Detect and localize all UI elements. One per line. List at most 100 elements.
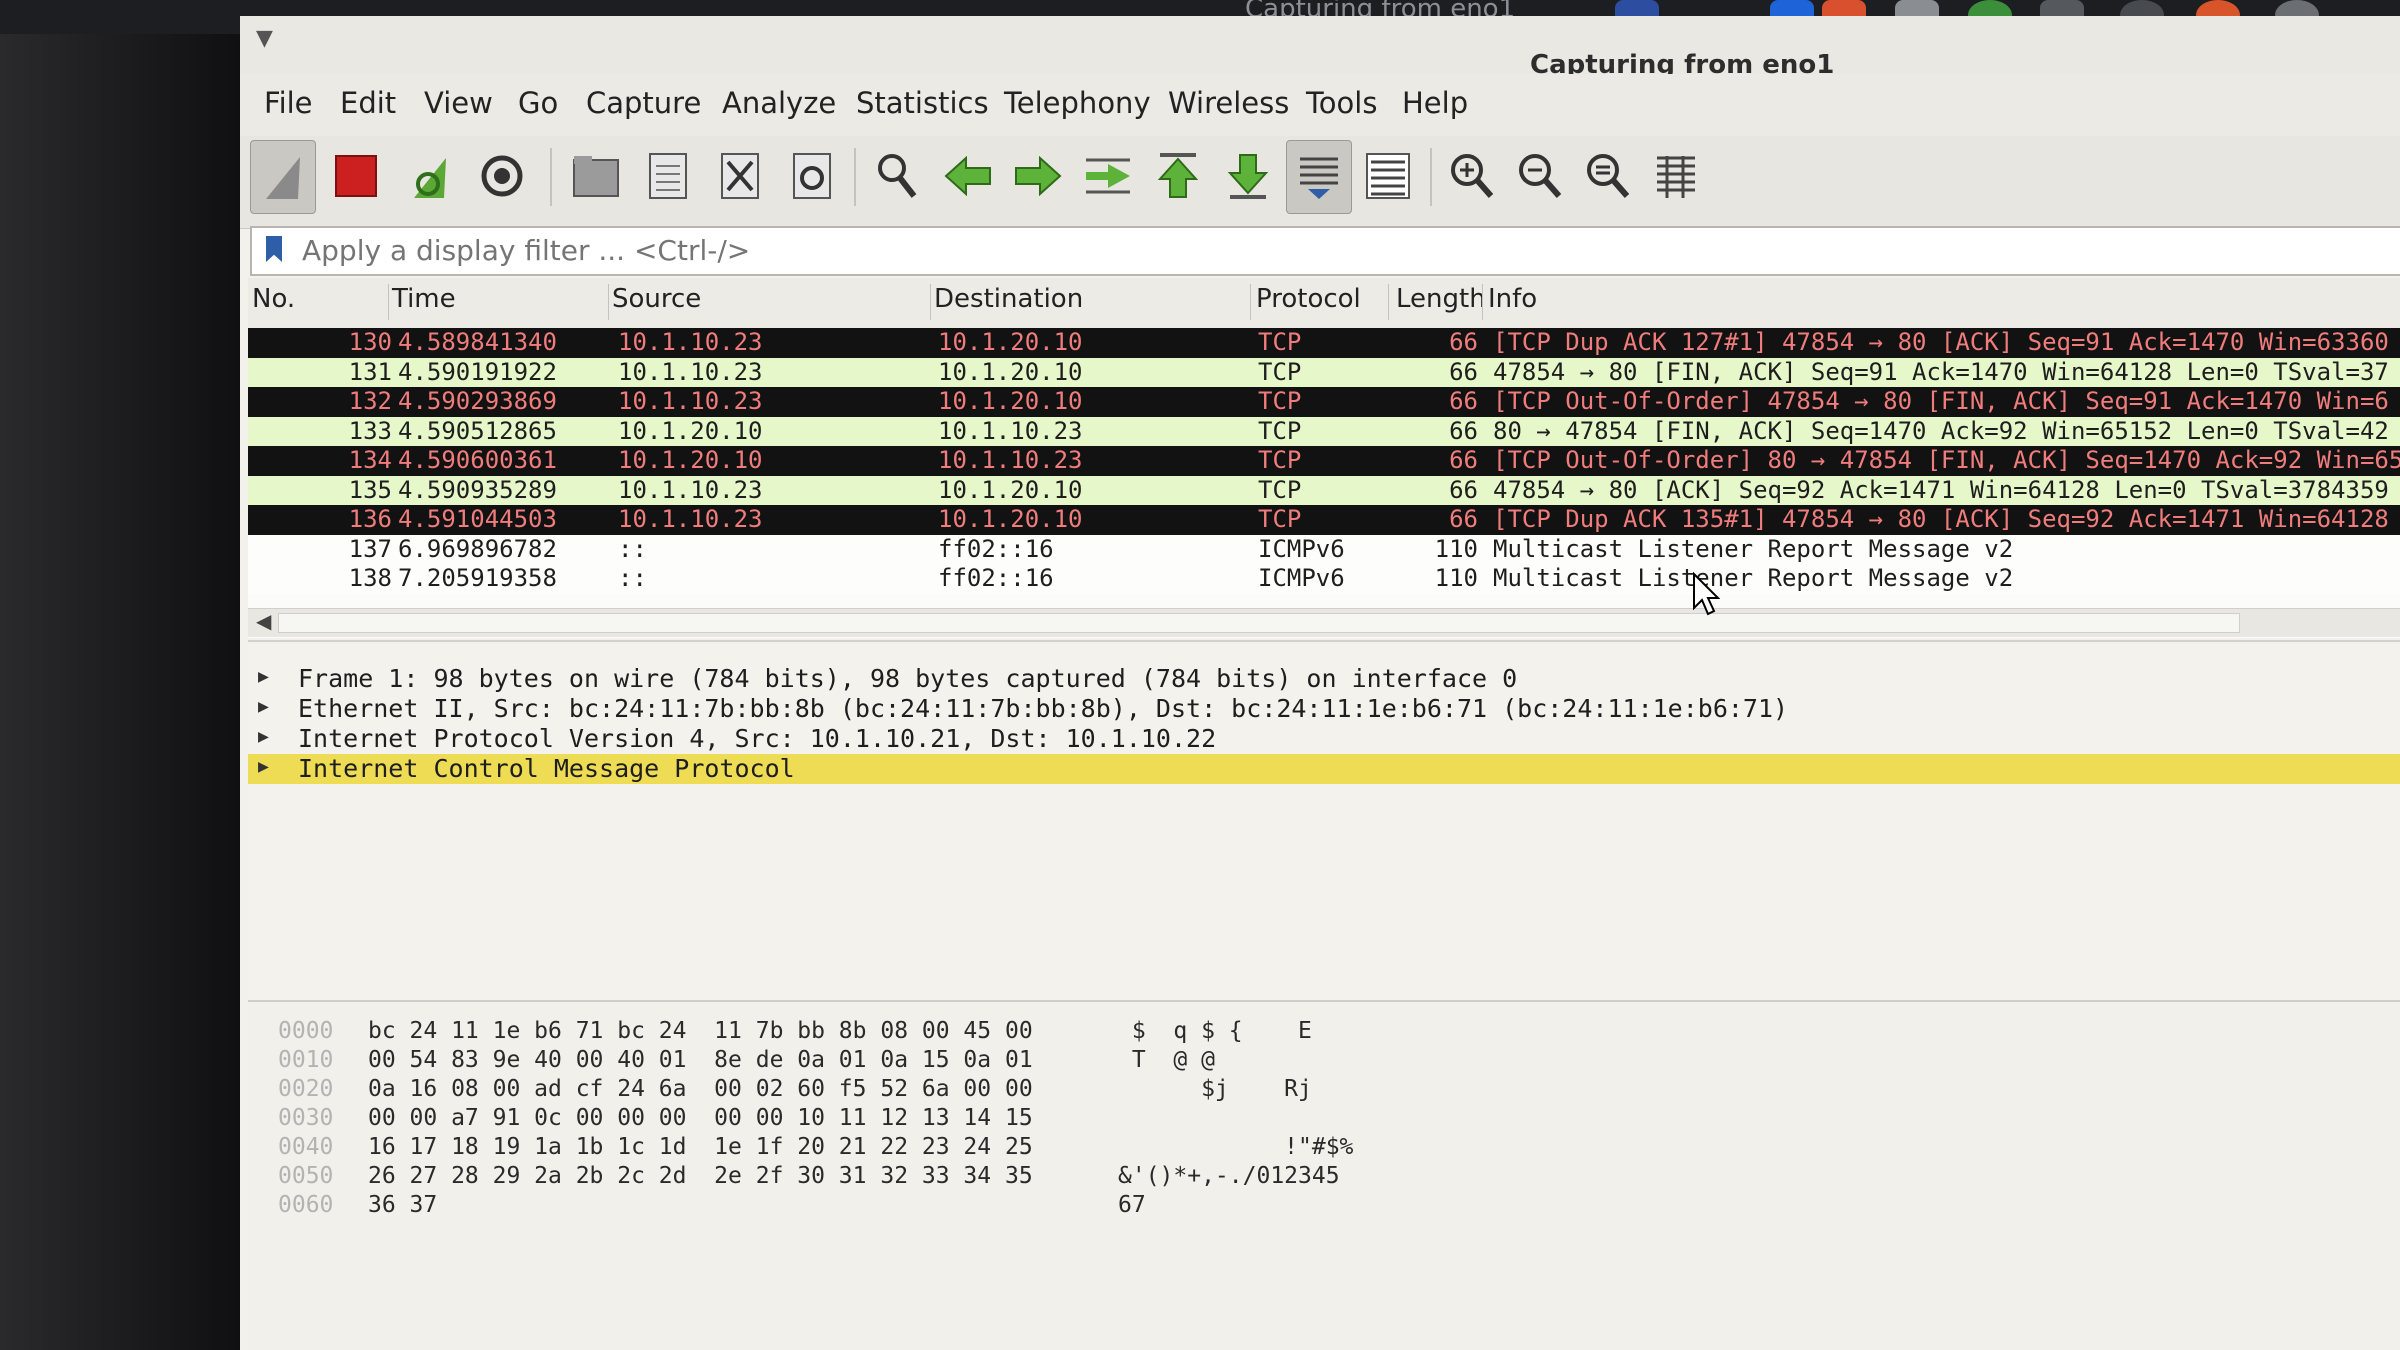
menu-go[interactable]: Go — [518, 86, 558, 120]
packet-row[interactable]: 132 4.590293869 10.1.10.23 10.1.20.10 TC… — [248, 387, 2400, 417]
menu-analyze[interactable]: Analyze — [722, 86, 836, 120]
byte-ascii[interactable]: !"#$% — [1118, 1134, 1353, 1162]
resize-columns-icon[interactable] — [1644, 140, 1708, 212]
byte-ascii[interactable]: T @ @ — [1118, 1047, 1215, 1075]
zoom-in-icon[interactable] — [1440, 140, 1504, 212]
detail-text: Internet Protocol Version 4, Src: 10.1.1… — [298, 724, 1217, 753]
byte-hex[interactable]: 16 17 18 19 1a 1b 1c 1d 1e 1f 20 21 22 2… — [368, 1134, 1033, 1162]
byte-hex[interactable]: 26 27 28 29 2a 2b 2c 2d 2e 2f 30 31 32 3… — [368, 1163, 1033, 1191]
colorize-icon[interactable] — [1356, 140, 1420, 212]
find-packet-icon[interactable] — [866, 140, 930, 212]
restart-capture-icon[interactable] — [398, 140, 462, 212]
save-file-icon[interactable] — [636, 140, 700, 212]
first-packet-icon[interactable] — [1146, 140, 1210, 212]
packet-row[interactable]: 135 4.590935289 10.1.10.23 10.1.20.10 TC… — [248, 475, 2400, 505]
packet-source: 10.1.10.23 — [618, 357, 763, 386]
packet-details-pane: ▶ Frame 1: 98 bytes on wire (784 bits), … — [248, 640, 2400, 1002]
packet-protocol: ICMPv6 — [1258, 534, 1345, 563]
menu-wireless[interactable]: Wireless — [1168, 86, 1289, 120]
menu-capture[interactable]: Capture — [586, 86, 701, 120]
packet-length: 66 — [1449, 387, 1478, 415]
byte-offset: 0050 — [278, 1163, 334, 1189]
byte-hex[interactable]: 00 00 a7 91 0c 00 00 00 00 00 10 11 12 1… — [368, 1105, 1033, 1133]
go-back-icon[interactable] — [936, 140, 1000, 212]
packet-length: 110 — [1434, 564, 1478, 592]
byte-ascii[interactable]: $j Rj — [1118, 1076, 1312, 1104]
byte-hex[interactable]: bc 24 11 1e b6 71 bc 24 11 7b bb 8b 08 0… — [368, 1018, 1033, 1046]
last-packet-icon[interactable] — [1216, 140, 1280, 212]
stop-capture-icon[interactable] — [324, 140, 388, 212]
packet-no: 136 — [348, 505, 392, 533]
autoscroll-icon[interactable] — [1286, 140, 1352, 214]
go-to-packet-icon[interactable] — [1076, 140, 1140, 212]
packet-protocol: TCP — [1258, 357, 1302, 386]
display-filter-bar — [250, 226, 2400, 276]
detail-text: Internet Control Message Protocol — [298, 754, 795, 783]
scrollbar-thumb[interactable] — [278, 613, 2240, 633]
byte-ascii[interactable]: &'()*+,-./012345 — [1118, 1163, 1340, 1191]
detail-row-ipv4[interactable]: ▶ Internet Protocol Version 4, Src: 10.1… — [248, 724, 2400, 754]
packet-row[interactable]: 133 4.590512865 10.1.20.10 10.1.10.23 TC… — [248, 416, 2400, 446]
detail-row-ethernet[interactable]: ▶ Ethernet II, Src: bc:24:11:7b:bb:8b (b… — [248, 694, 2400, 724]
toolbar-separator — [1430, 148, 1432, 206]
expand-arrow-icon[interactable]: ▶ — [258, 726, 269, 747]
detail-row-frame[interactable]: ▶ Frame 1: 98 bytes on wire (784 bits), … — [248, 664, 2400, 694]
byte-ascii[interactable]: 67 — [1118, 1192, 1146, 1220]
packet-destination: ff02::16 — [938, 564, 1054, 592]
packet-info: [TCP Out-Of-Order] 47854 → 80 [FIN, ACK]… — [1493, 387, 2389, 415]
menu-edit[interactable]: Edit — [340, 86, 396, 120]
packet-row[interactable]: 131 4.590191922 10.1.10.23 10.1.20.10 TC… — [248, 357, 2400, 387]
go-forward-icon[interactable] — [1006, 140, 1070, 212]
byte-ascii[interactable]: $ q $ { E — [1118, 1018, 1312, 1046]
column-header-destination[interactable]: Destination — [934, 284, 1251, 320]
menu-view[interactable]: View — [424, 86, 493, 120]
filter-bookmark-icon[interactable] — [266, 236, 282, 262]
packet-row[interactable]: 134 4.590600361 10.1.20.10 10.1.10.23 TC… — [248, 446, 2400, 476]
byte-offset: 0060 — [278, 1192, 334, 1218]
packet-time: 4.591044503 — [398, 505, 557, 533]
zoom-out-icon[interactable] — [1508, 140, 1572, 212]
byte-hex[interactable]: 0a 16 08 00 ad cf 24 6a 00 02 60 f5 52 6… — [368, 1076, 1033, 1104]
toolbar-separator — [854, 148, 856, 206]
expand-arrow-icon[interactable]: ▶ — [258, 696, 269, 717]
capture-options-icon[interactable] — [470, 140, 534, 212]
display-filter-input[interactable] — [300, 230, 2304, 270]
packet-time: 6.969896782 — [398, 534, 557, 563]
column-header-protocol[interactable]: Protocol — [1256, 284, 1389, 320]
menu-telephony[interactable]: Telephony — [1004, 86, 1151, 120]
window-menu-icon[interactable]: ▼ — [256, 26, 273, 51]
menu-help[interactable]: Help — [1402, 86, 1468, 120]
zoom-normal-icon[interactable] — [1576, 140, 1640, 212]
packet-destination: 10.1.20.10 — [938, 475, 1083, 504]
packet-row[interactable]: 138 7.205919358 :: ff02::16 ICMPv6 110 M… — [248, 564, 2400, 594]
scroll-left-icon[interactable]: ◀ — [256, 609, 271, 633]
close-file-icon[interactable] — [708, 140, 772, 212]
menu-tools[interactable]: Tools — [1306, 86, 1377, 120]
packet-list-hscrollbar[interactable]: ◀ — [248, 608, 2400, 637]
byte-hex[interactable]: 00 54 83 9e 40 00 40 01 8e de 0a 01 0a 1… — [368, 1047, 1033, 1075]
packet-source: 10.1.20.10 — [618, 446, 763, 474]
packet-row[interactable]: 137 6.969896782 :: ff02::16 ICMPv6 110 M… — [248, 534, 2400, 564]
shark-fin-start-icon[interactable] — [250, 140, 316, 214]
column-header-info[interactable]: Info — [1488, 284, 1537, 320]
expand-arrow-icon[interactable]: ▶ — [258, 666, 269, 687]
packet-protocol: TCP — [1258, 387, 1302, 415]
packet-no: 134 — [348, 446, 392, 474]
packet-destination: 10.1.20.10 — [938, 387, 1083, 415]
column-header-source[interactable]: Source — [612, 284, 931, 320]
column-header-time[interactable]: Time — [392, 284, 609, 320]
column-header-no[interactable]: No. — [252, 284, 389, 320]
menu-file[interactable]: File — [264, 86, 313, 120]
open-file-icon[interactable] — [564, 140, 628, 212]
byte-hex[interactable]: 36 37 — [368, 1192, 437, 1220]
packet-source: 10.1.20.10 — [618, 416, 763, 445]
packet-row[interactable]: 136 4.591044503 10.1.10.23 10.1.20.10 TC… — [248, 505, 2400, 535]
packet-length: 66 — [1449, 357, 1478, 386]
packet-row[interactable]: 130 4.589841340 10.1.10.23 10.1.20.10 TC… — [248, 328, 2400, 358]
column-header-length[interactable]: Length — [1396, 284, 1483, 320]
detail-row-icmp[interactable]: ▶ Internet Control Message Protocol — [248, 754, 2400, 784]
reload-file-icon[interactable] — [780, 140, 844, 212]
expand-arrow-icon[interactable]: ▶ — [258, 756, 269, 777]
packet-protocol: TCP — [1258, 328, 1302, 356]
menu-statistics[interactable]: Statistics — [856, 86, 989, 120]
